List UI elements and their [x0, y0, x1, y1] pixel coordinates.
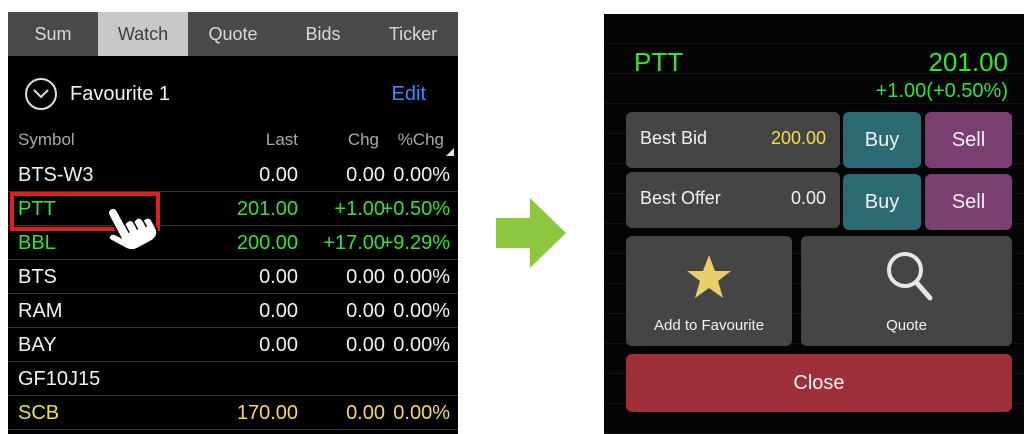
row-last: 200.00 — [236, 232, 298, 254]
star-icon — [687, 255, 731, 298]
row-chg: 0.00 — [346, 334, 385, 356]
close-button[interactable]: Close — [626, 354, 1012, 412]
row-pct-chg: +9.29% — [381, 232, 450, 254]
row-chg: 0.00 — [346, 402, 385, 424]
sort-corner-icon — [446, 148, 454, 156]
add-to-favourite-button[interactable]: Add to Favourite — [626, 236, 792, 346]
column-headers: Symbol Last Chg %Chg — [8, 126, 458, 156]
quote-label: Quote — [886, 317, 927, 334]
buy-at-offer-button[interactable]: Buy — [843, 174, 921, 230]
table-row[interactable]: BTS-W3 0.00 0.00 0.00% — [8, 158, 458, 192]
column-pct-chg[interactable]: %Chg — [398, 130, 444, 150]
table-row[interactable]: BBL 200.00 +17.00 +9.29% — [8, 226, 458, 260]
popup-price: 201.00 — [928, 47, 1008, 77]
buy-at-bid-button[interactable]: Buy — [843, 112, 921, 168]
row-chg: 0.00 — [346, 266, 385, 288]
table-row[interactable]: GF10J15 — [8, 362, 458, 396]
row-last: 0.00 — [259, 334, 298, 356]
popup-change: +1.00(+0.50%) — [875, 80, 1008, 102]
row-pct-chg: +0.50% — [381, 198, 450, 220]
column-chg[interactable]: Chg — [348, 130, 379, 150]
tap-hand-icon — [106, 206, 159, 252]
row-pct-chg: 0.00% — [393, 402, 450, 424]
column-last[interactable]: Last — [266, 130, 298, 150]
row-pct-chg: 0.00% — [393, 300, 450, 322]
row-symbol: BAY — [18, 334, 57, 356]
row-chg: 0.00 — [346, 164, 385, 186]
table-row[interactable]: RAM 0.00 0.00 0.00% — [8, 294, 458, 328]
tab-ticker[interactable]: Ticker — [368, 12, 458, 56]
watchlist-header: Favourite 1 Edit — [8, 74, 458, 114]
tab-sum[interactable]: Sum — [8, 12, 98, 56]
row-pct-chg: 0.00% — [393, 266, 450, 288]
best-bid-value: 200.00 — [770, 128, 826, 148]
edit-button[interactable]: Edit — [392, 83, 426, 106]
row-last: 0.00 — [259, 164, 298, 186]
row-pct-chg: 0.00% — [393, 164, 450, 186]
best-offer-value: 0.00 — [790, 188, 826, 208]
action-popup-screen: PTT 201.00 +1.00(+0.50%) Best Bid 200.00… — [604, 14, 1024, 434]
row-chg: +1.00 — [334, 198, 385, 220]
sell-at-offer-button[interactable]: Sell — [925, 174, 1012, 230]
column-symbol[interactable]: Symbol — [18, 130, 75, 150]
row-symbol: BTS — [18, 266, 57, 288]
row-chg: 0.00 — [346, 300, 385, 322]
row-symbol: SCB — [18, 402, 60, 424]
row-last: 201.00 — [236, 198, 298, 220]
sell-at-bid-button[interactable]: Sell — [925, 112, 1012, 168]
add-to-favourite-label: Add to Favourite — [653, 317, 765, 334]
best-bid-box: Best Bid 200.00 — [626, 112, 840, 168]
best-offer-label: Best Offer — [640, 188, 721, 208]
chevron-down-icon[interactable] — [25, 78, 57, 110]
row-last: 170.00 — [236, 402, 298, 424]
table-row[interactable]: BTS 0.00 0.00 0.00% — [8, 260, 458, 294]
popup-symbol: PTT — [634, 47, 684, 77]
quote-button[interactable]: Quote — [801, 236, 1012, 346]
row-symbol: RAM — [18, 300, 63, 322]
magnifier-icon — [887, 252, 933, 301]
row-symbol: GF10J15 — [18, 368, 101, 390]
tab-bids[interactable]: Bids — [278, 12, 368, 56]
table-row[interactable]: SCB 170.00 0.00 0.00% — [8, 396, 458, 430]
watchlist-screen: Sum Watch Quote Bids Ticker Favourite 1 … — [8, 12, 458, 434]
watchlist-selector[interactable]: Favourite 1 — [70, 83, 170, 106]
row-last: 0.00 — [259, 266, 298, 288]
table-row[interactable]: BAY 0.00 0.00 0.00% — [8, 328, 458, 362]
row-symbol: BTS-W3 — [18, 164, 94, 186]
best-offer-box: Best Offer 0.00 — [626, 172, 840, 228]
tab-bar: Sum Watch Quote Bids Ticker — [8, 12, 458, 56]
row-last: 0.00 — [259, 300, 298, 322]
row-chg: +17.00 — [323, 232, 385, 254]
tab-watch[interactable]: Watch — [98, 12, 188, 56]
row-symbol: BBL — [18, 232, 56, 254]
row-pct-chg: 0.00% — [393, 334, 450, 356]
tab-quote[interactable]: Quote — [188, 12, 278, 56]
right-arrow-icon — [496, 198, 566, 268]
best-bid-label: Best Bid — [640, 128, 708, 148]
